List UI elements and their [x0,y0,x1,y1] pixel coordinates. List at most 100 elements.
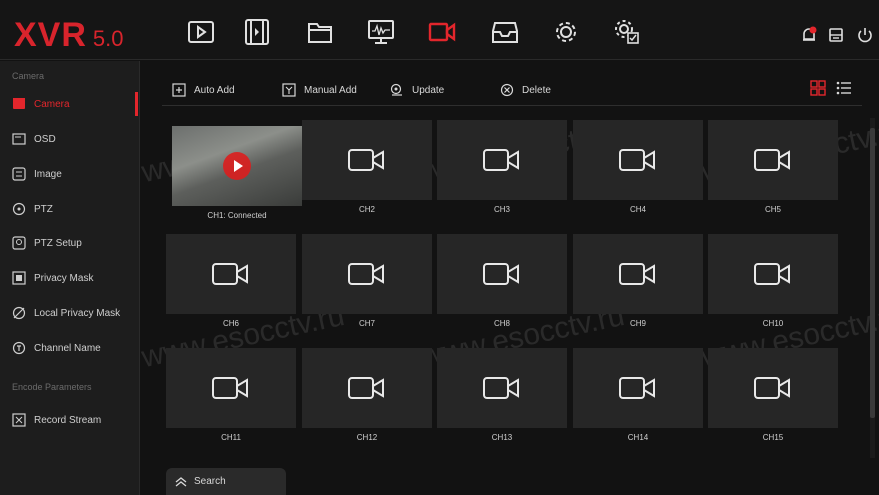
channel-label: CH4 [629,205,646,214]
channel-label: CH12 [356,433,378,442]
channel-tile-ch13[interactable]: CH13 [437,348,567,458]
channel-tile-ch8[interactable]: CH8 [437,234,567,344]
camera-icon [754,149,790,171]
channel-tile-ch3[interactable]: CH3 [437,120,567,230]
channel-grid-scrollbar[interactable] [870,118,875,458]
update-button[interactable]: Update [390,81,444,99]
channel-label: CH11 [221,433,241,442]
empty-channel-thumbnail[interactable] [302,348,432,428]
channel-tile-ch12[interactable]: CH12 [302,348,432,458]
alarm-bell-icon[interactable] [800,26,818,44]
playback-icon[interactable] [183,14,219,50]
camera-icon [619,149,655,171]
grid-view-icon[interactable] [810,80,826,96]
system-settings-icon[interactable] [609,14,645,50]
list-view-icon[interactable] [836,80,852,96]
logo-brand: XVR [14,16,87,54]
channel-tile-ch5[interactable]: CH5 [708,120,838,230]
sidebar-item-privacy-mask[interactable]: Privacy Mask [0,265,140,291]
ptz-icon [12,202,26,216]
monitor-icon[interactable] [363,14,399,50]
sidebar-item-label: Channel Name [34,342,101,354]
update-icon [390,83,402,96]
search-button[interactable]: Search [166,468,286,495]
empty-channel-thumbnail[interactable] [708,348,838,428]
sidebar-item-label: OSD [34,133,56,145]
empty-channel-thumbnail[interactable] [437,234,567,314]
channel-tile-ch11[interactable]: CH11 [166,348,296,458]
camera-icon [619,377,655,399]
manual-add-button[interactable]: Manual Add [282,81,357,99]
sidebar-item-record-stream[interactable]: Record Stream [0,407,140,433]
auto-add-button[interactable]: Auto Add [172,81,235,99]
folder-icon[interactable] [302,14,338,50]
scrollbar-thumb[interactable] [870,128,875,418]
sidebar-item-label: Local Privacy Mask [34,307,121,319]
empty-channel-thumbnail[interactable] [708,120,838,200]
delete-button[interactable]: Delete [500,81,551,99]
empty-channel-thumbnail[interactable] [437,348,567,428]
privacy-mask-icon [12,271,26,285]
play-icon[interactable] [223,152,251,180]
camera-icon[interactable] [424,14,460,50]
xvr-logo: XVR 5.0 [14,16,124,54]
sidebar-item-ptz-setup[interactable]: PTZ Setup [0,230,140,256]
camera-icon [483,149,519,171]
auto-add-label: Auto Add [194,84,235,96]
sidebar-item-local-privacy-mask[interactable]: Local Privacy Mask [0,300,140,326]
sidebar-item-image[interactable]: Image [0,161,140,187]
sidebar-item-label: Image [34,168,62,180]
channel-tile-ch15[interactable]: CH15 [708,348,838,458]
channel-label: CH9 [629,319,646,328]
channel-label: CH2 [358,205,375,214]
empty-channel-thumbnail[interactable] [573,234,703,314]
expand-up-icon [175,476,187,487]
top-navigation-bar: XVR 5.0 [0,0,879,60]
channel-label: CH10 [762,319,784,328]
empty-channel-thumbnail[interactable] [302,120,432,200]
camera-icon [483,377,519,399]
section-title-camera: Camera [12,71,45,81]
empty-channel-thumbnail[interactable] [573,348,703,428]
channel-tile-ch6[interactable]: CH6 [166,234,296,344]
sidebar-item-label: Camera [34,98,70,110]
channel-name-icon [12,341,26,355]
channel-tile-ch1[interactable]: CH1: Connected [172,126,302,236]
settings-gear-icon[interactable] [548,14,584,50]
video-clip-icon[interactable] [239,14,275,50]
channel-label: CH5 [764,205,781,214]
channel-tile-ch4[interactable]: CH4 [573,120,703,230]
channel-label: CH15 [762,433,784,442]
plus-box-icon [172,83,186,97]
channel-tile-ch2[interactable]: CH2 [302,120,432,230]
channel-tile-ch9[interactable]: CH9 [573,234,703,344]
ptz-setup-icon [12,236,26,250]
storage-icon[interactable] [487,14,523,50]
logo-version: 5.0 [92,26,124,51]
camera-toolbar: Auto Add Manual Add Update Delete [162,72,862,106]
channel-tile-ch7[interactable]: CH7 [302,234,432,344]
sidebar-item-ptz[interactable]: PTZ [0,196,140,222]
camera-icon [212,263,248,285]
empty-channel-thumbnail[interactable] [302,234,432,314]
osd-icon [12,132,26,146]
sidebar-item-osd[interactable]: OSD [0,126,140,152]
empty-channel-thumbnail[interactable] [437,120,567,200]
empty-channel-thumbnail[interactable] [166,348,296,428]
empty-channel-thumbnail[interactable] [573,120,703,200]
empty-channel-thumbnail[interactable] [708,234,838,314]
empty-channel-thumbnail[interactable] [166,234,296,314]
channel-tile-ch10[interactable]: CH10 [708,234,838,344]
update-label: Update [412,84,445,96]
camera-icon [754,377,790,399]
camera-icon [754,263,790,285]
live-preview-thumbnail[interactable] [172,126,302,206]
backup-icon[interactable] [827,26,845,44]
sidebar-item-channel-name[interactable]: Channel Name [0,335,140,361]
camera-icon [212,377,248,399]
channel-tile-ch14[interactable]: CH14 [573,348,703,458]
delete-icon [500,83,514,97]
sidebar-item-label: Privacy Mask [34,272,94,284]
sidebar-item-camera[interactable]: Camera [0,91,140,117]
power-icon[interactable] [856,26,874,44]
